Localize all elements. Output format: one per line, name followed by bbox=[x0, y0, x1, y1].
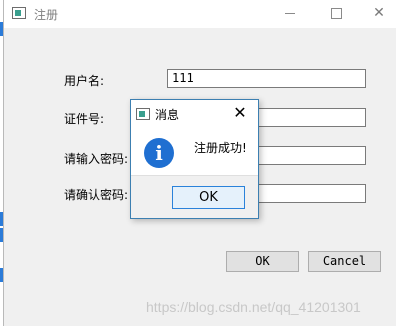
id-number-label: 证件号: bbox=[64, 112, 105, 126]
dialog-message: 注册成功! bbox=[194, 141, 247, 155]
username-input[interactable]: 111 bbox=[167, 69, 366, 88]
maximize-icon bbox=[330, 7, 342, 19]
dialog-footer: OK bbox=[131, 175, 258, 218]
cancel-button[interactable]: Cancel bbox=[308, 251, 381, 272]
close-icon: ✕ bbox=[233, 103, 247, 122]
dialog-titlebar: 消息 ✕ bbox=[131, 100, 258, 128]
username-label: 用户名: bbox=[64, 74, 105, 88]
info-icon: i bbox=[144, 138, 174, 168]
window-titlebar: 注册 ✕ bbox=[4, 0, 396, 28]
dialog-ok-button[interactable]: OK bbox=[172, 186, 245, 209]
password-label: 请输入密码: bbox=[64, 152, 129, 166]
dialog-close-button[interactable]: ✕ bbox=[227, 103, 253, 125]
dialog-app-icon bbox=[136, 108, 150, 120]
app-icon bbox=[12, 7, 26, 19]
confirm-password-label: 请确认密码: bbox=[64, 188, 129, 202]
maximize-button[interactable] bbox=[313, 0, 359, 28]
dialog-title: 消息 bbox=[155, 108, 180, 122]
watermark: https://blog.csdn.net/qq_41201301 bbox=[146, 299, 361, 315]
message-dialog: 消息 ✕ i 注册成功! OK bbox=[130, 99, 259, 219]
close-button[interactable]: ✕ bbox=[356, 0, 396, 28]
close-icon: ✕ bbox=[373, 5, 385, 21]
minimize-button[interactable] bbox=[267, 0, 313, 28]
minimize-icon bbox=[285, 12, 295, 14]
ok-button[interactable]: OK bbox=[226, 251, 299, 272]
window-title: 注册 bbox=[34, 8, 59, 22]
